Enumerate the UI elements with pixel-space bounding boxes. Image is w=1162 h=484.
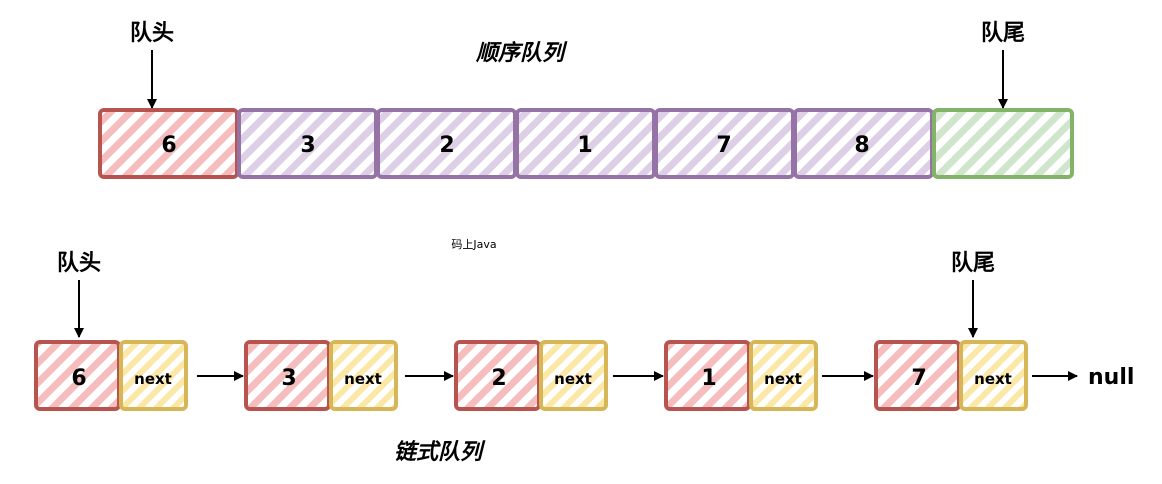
node-next-label: next bbox=[344, 370, 382, 388]
seq-cell-5: 8 bbox=[793, 108, 934, 179]
seq-cell-1: 3 bbox=[237, 108, 378, 179]
null-terminal: null bbox=[1088, 365, 1134, 390]
linked-node-2: 2 next bbox=[454, 340, 608, 411]
seq-cell-value: 6 bbox=[161, 133, 176, 158]
seq-cell-2: 2 bbox=[376, 108, 517, 179]
linked-queue-title: 链式队列 bbox=[394, 439, 486, 465]
node-value: 1 bbox=[701, 366, 716, 391]
seq-cell-value: 3 bbox=[300, 133, 315, 158]
linked-node-3: 1 next bbox=[664, 340, 818, 411]
seq-cell-value: 8 bbox=[854, 133, 869, 158]
node-value: 6 bbox=[71, 366, 86, 391]
seq-cell-0: 6 bbox=[98, 108, 239, 179]
seq-cell-4: 7 bbox=[654, 108, 795, 179]
seq-cell-6-empty bbox=[932, 108, 1074, 179]
node-value: 7 bbox=[911, 366, 926, 391]
node-next-label: next bbox=[974, 370, 1012, 388]
seq-cell-value: 2 bbox=[439, 133, 454, 158]
queue-diagram: 队头 顺序队列 队尾 6 3 2 1 7 8 码上Java 队头 队尾 6 ne… bbox=[0, 0, 1162, 484]
seq-cell-value: 7 bbox=[716, 133, 731, 158]
node-value: 2 bbox=[491, 366, 506, 391]
seq-tail-label: 队尾 bbox=[981, 21, 1025, 46]
linked-head-label: 队头 bbox=[57, 251, 101, 276]
node-next-label: next bbox=[554, 370, 592, 388]
linked-node-0: 6 next bbox=[34, 340, 188, 411]
linked-node-4: 7 next bbox=[874, 340, 1028, 411]
watermark: 码上Java bbox=[451, 238, 496, 251]
seq-cell-3: 1 bbox=[515, 108, 656, 179]
linked-tail-label: 队尾 bbox=[951, 251, 995, 276]
seq-cell-value: 1 bbox=[577, 133, 592, 158]
seq-head-label: 队头 bbox=[130, 21, 174, 46]
node-next-label: next bbox=[134, 370, 172, 388]
seq-queue-title: 顺序队列 bbox=[475, 40, 568, 66]
linked-node-1: 3 next bbox=[244, 340, 398, 411]
node-value: 3 bbox=[281, 366, 296, 391]
node-next-label: next bbox=[764, 370, 802, 388]
diagram-canvas: 队头 顺序队列 队尾 6 3 2 1 7 8 码上Java 队头 队尾 6 ne… bbox=[34, 21, 1134, 465]
